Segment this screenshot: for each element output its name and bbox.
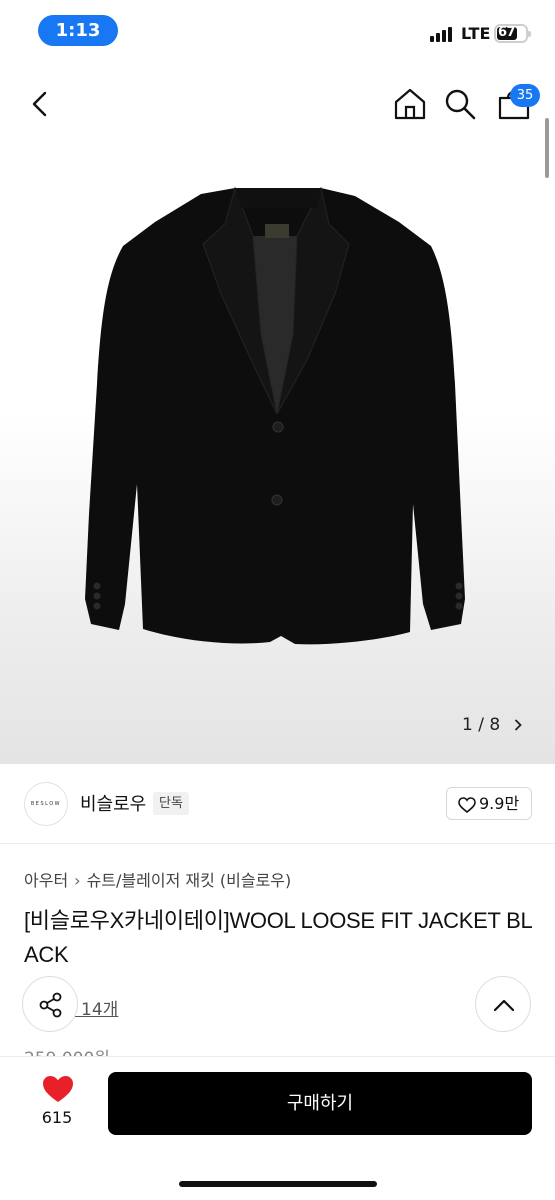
back-button[interactable] xyxy=(22,86,58,122)
status-time: 1:13 xyxy=(38,15,118,46)
home-button[interactable] xyxy=(392,86,428,122)
chevron-right-icon xyxy=(514,719,522,731)
product-image xyxy=(85,186,465,645)
status-bar: 1:13 LTE 67 xyxy=(0,0,555,62)
search-button[interactable] xyxy=(442,86,478,122)
network-type: LTE xyxy=(461,24,491,43)
breadcrumb-item[interactable]: 슈트/블레이저 재킷 (비슬로우) xyxy=(87,871,292,890)
heart-outline-icon xyxy=(458,797,476,813)
product-title: [비슬로우X카네이테이]WOOL LOOSE FIT JACKET BLACK xyxy=(24,908,533,967)
price-partial: 259,000원 xyxy=(24,1044,110,1056)
wishlist-count: 615 xyxy=(41,1108,73,1127)
scrollbar[interactable] xyxy=(545,118,549,178)
home-icon xyxy=(394,88,426,120)
brand-like-button[interactable]: 9.9만 xyxy=(446,787,532,820)
breadcrumb: 아우터 › 슈트/블레이저 재킷 (비슬로우) xyxy=(24,867,291,891)
brand-logo[interactable]: BESLOW xyxy=(24,782,68,826)
brand-like-count: 9.9만 xyxy=(479,794,520,813)
share-icon xyxy=(39,992,62,1018)
heart-filled-icon xyxy=(43,1076,73,1102)
home-indicator xyxy=(179,1181,377,1187)
scroll-top-button[interactable] xyxy=(475,976,531,1032)
cart-count-badge: 35 xyxy=(510,84,540,107)
exclusive-badge: 단독 xyxy=(153,792,189,815)
buy-button[interactable]: 구매하기 xyxy=(108,1072,532,1135)
breadcrumb-item[interactable]: 아우터 xyxy=(24,871,68,890)
pager-text: 1 / 8 xyxy=(462,715,501,735)
chevron-right-icon: › xyxy=(74,871,81,890)
brand-name-link[interactable]: 비슬로우 xyxy=(80,790,146,816)
search-icon xyxy=(445,89,476,120)
battery-level: 67 xyxy=(498,25,516,40)
chevron-up-icon xyxy=(493,999,515,1012)
signal-icon xyxy=(430,26,456,42)
share-button[interactable] xyxy=(22,976,78,1032)
battery-icon: 67 xyxy=(494,24,531,43)
gallery-pager[interactable]: 1 / 8 xyxy=(462,707,532,743)
back-arrow-icon xyxy=(32,91,47,117)
